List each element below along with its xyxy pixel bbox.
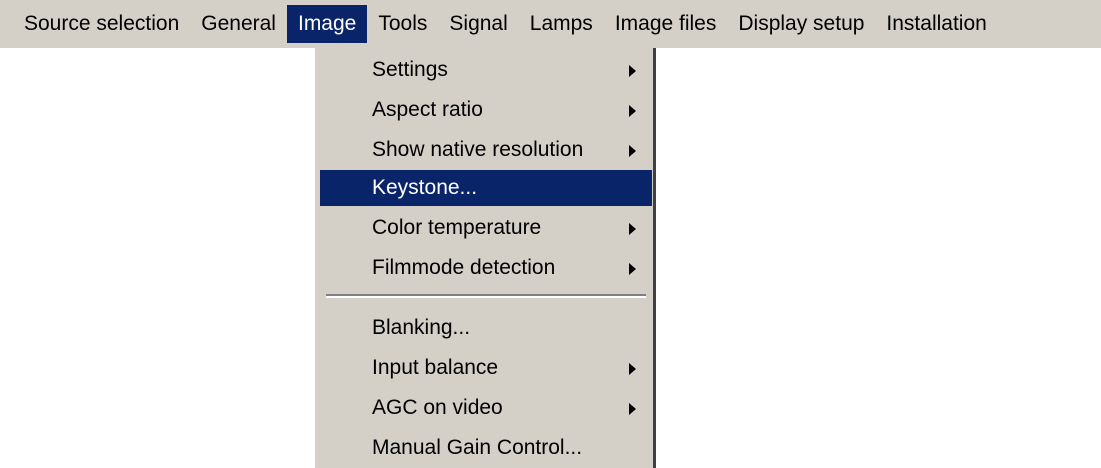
menu-item-show-native-resolution[interactable]: Show native resolution <box>320 132 652 168</box>
menu-bar: Source selection General Image Tools Sig… <box>0 0 1101 48</box>
submenu-arrow-icon <box>629 65 636 77</box>
menu-tools[interactable]: Tools <box>367 5 438 43</box>
menu-item-color-temperature[interactable]: Color temperature <box>320 210 652 246</box>
menu-lamps[interactable]: Lamps <box>519 5 604 43</box>
menu-image[interactable]: Image <box>286 5 368 43</box>
menu-item-input-balance[interactable]: Input balance <box>320 350 652 386</box>
image-dropdown-menu: Settings Aspect ratio Show native resolu… <box>313 48 656 468</box>
menu-item-blanking[interactable]: Blanking... <box>320 310 652 346</box>
menu-item-label: Settings <box>372 58 448 81</box>
menu-item-label: Manual Gain Control... <box>372 436 583 459</box>
menu-item-manual-gain-control[interactable]: Manual Gain Control... <box>320 430 652 466</box>
menu-source-selection[interactable]: Source selection <box>0 5 190 43</box>
menu-general[interactable]: General <box>190 5 287 43</box>
menu-item-label: Blanking... <box>372 316 471 339</box>
menu-item-agc-on-video[interactable]: AGC on video <box>320 390 652 426</box>
menu-display-setup[interactable]: Display setup <box>727 5 875 43</box>
submenu-arrow-icon <box>629 105 636 117</box>
menu-item-label: Filmmode detection <box>372 256 556 279</box>
menu-signal[interactable]: Signal <box>438 5 518 43</box>
submenu-arrow-icon <box>629 145 636 157</box>
menu-item-settings[interactable]: Settings <box>320 52 652 88</box>
menu-item-label: Aspect ratio <box>372 98 483 121</box>
menu-separator <box>326 294 646 298</box>
submenu-arrow-icon <box>629 403 636 415</box>
menu-item-label: AGC on video <box>372 396 503 419</box>
submenu-arrow-icon <box>629 263 636 275</box>
submenu-arrow-icon <box>629 363 636 375</box>
submenu-arrow-icon <box>629 223 636 235</box>
menu-image-files[interactable]: Image files <box>604 5 728 43</box>
menu-item-keystone[interactable]: Keystone... <box>320 170 652 206</box>
menu-item-label: Color temperature <box>372 216 542 239</box>
menu-item-label: Keystone... <box>372 176 478 199</box>
menu-item-aspect-ratio[interactable]: Aspect ratio <box>320 92 652 128</box>
menu-installation[interactable]: Installation <box>875 5 997 43</box>
menu-item-label: Show native resolution <box>372 138 584 161</box>
menu-item-filmmode-detection[interactable]: Filmmode detection <box>320 250 652 286</box>
menu-item-label: Input balance <box>372 356 499 379</box>
